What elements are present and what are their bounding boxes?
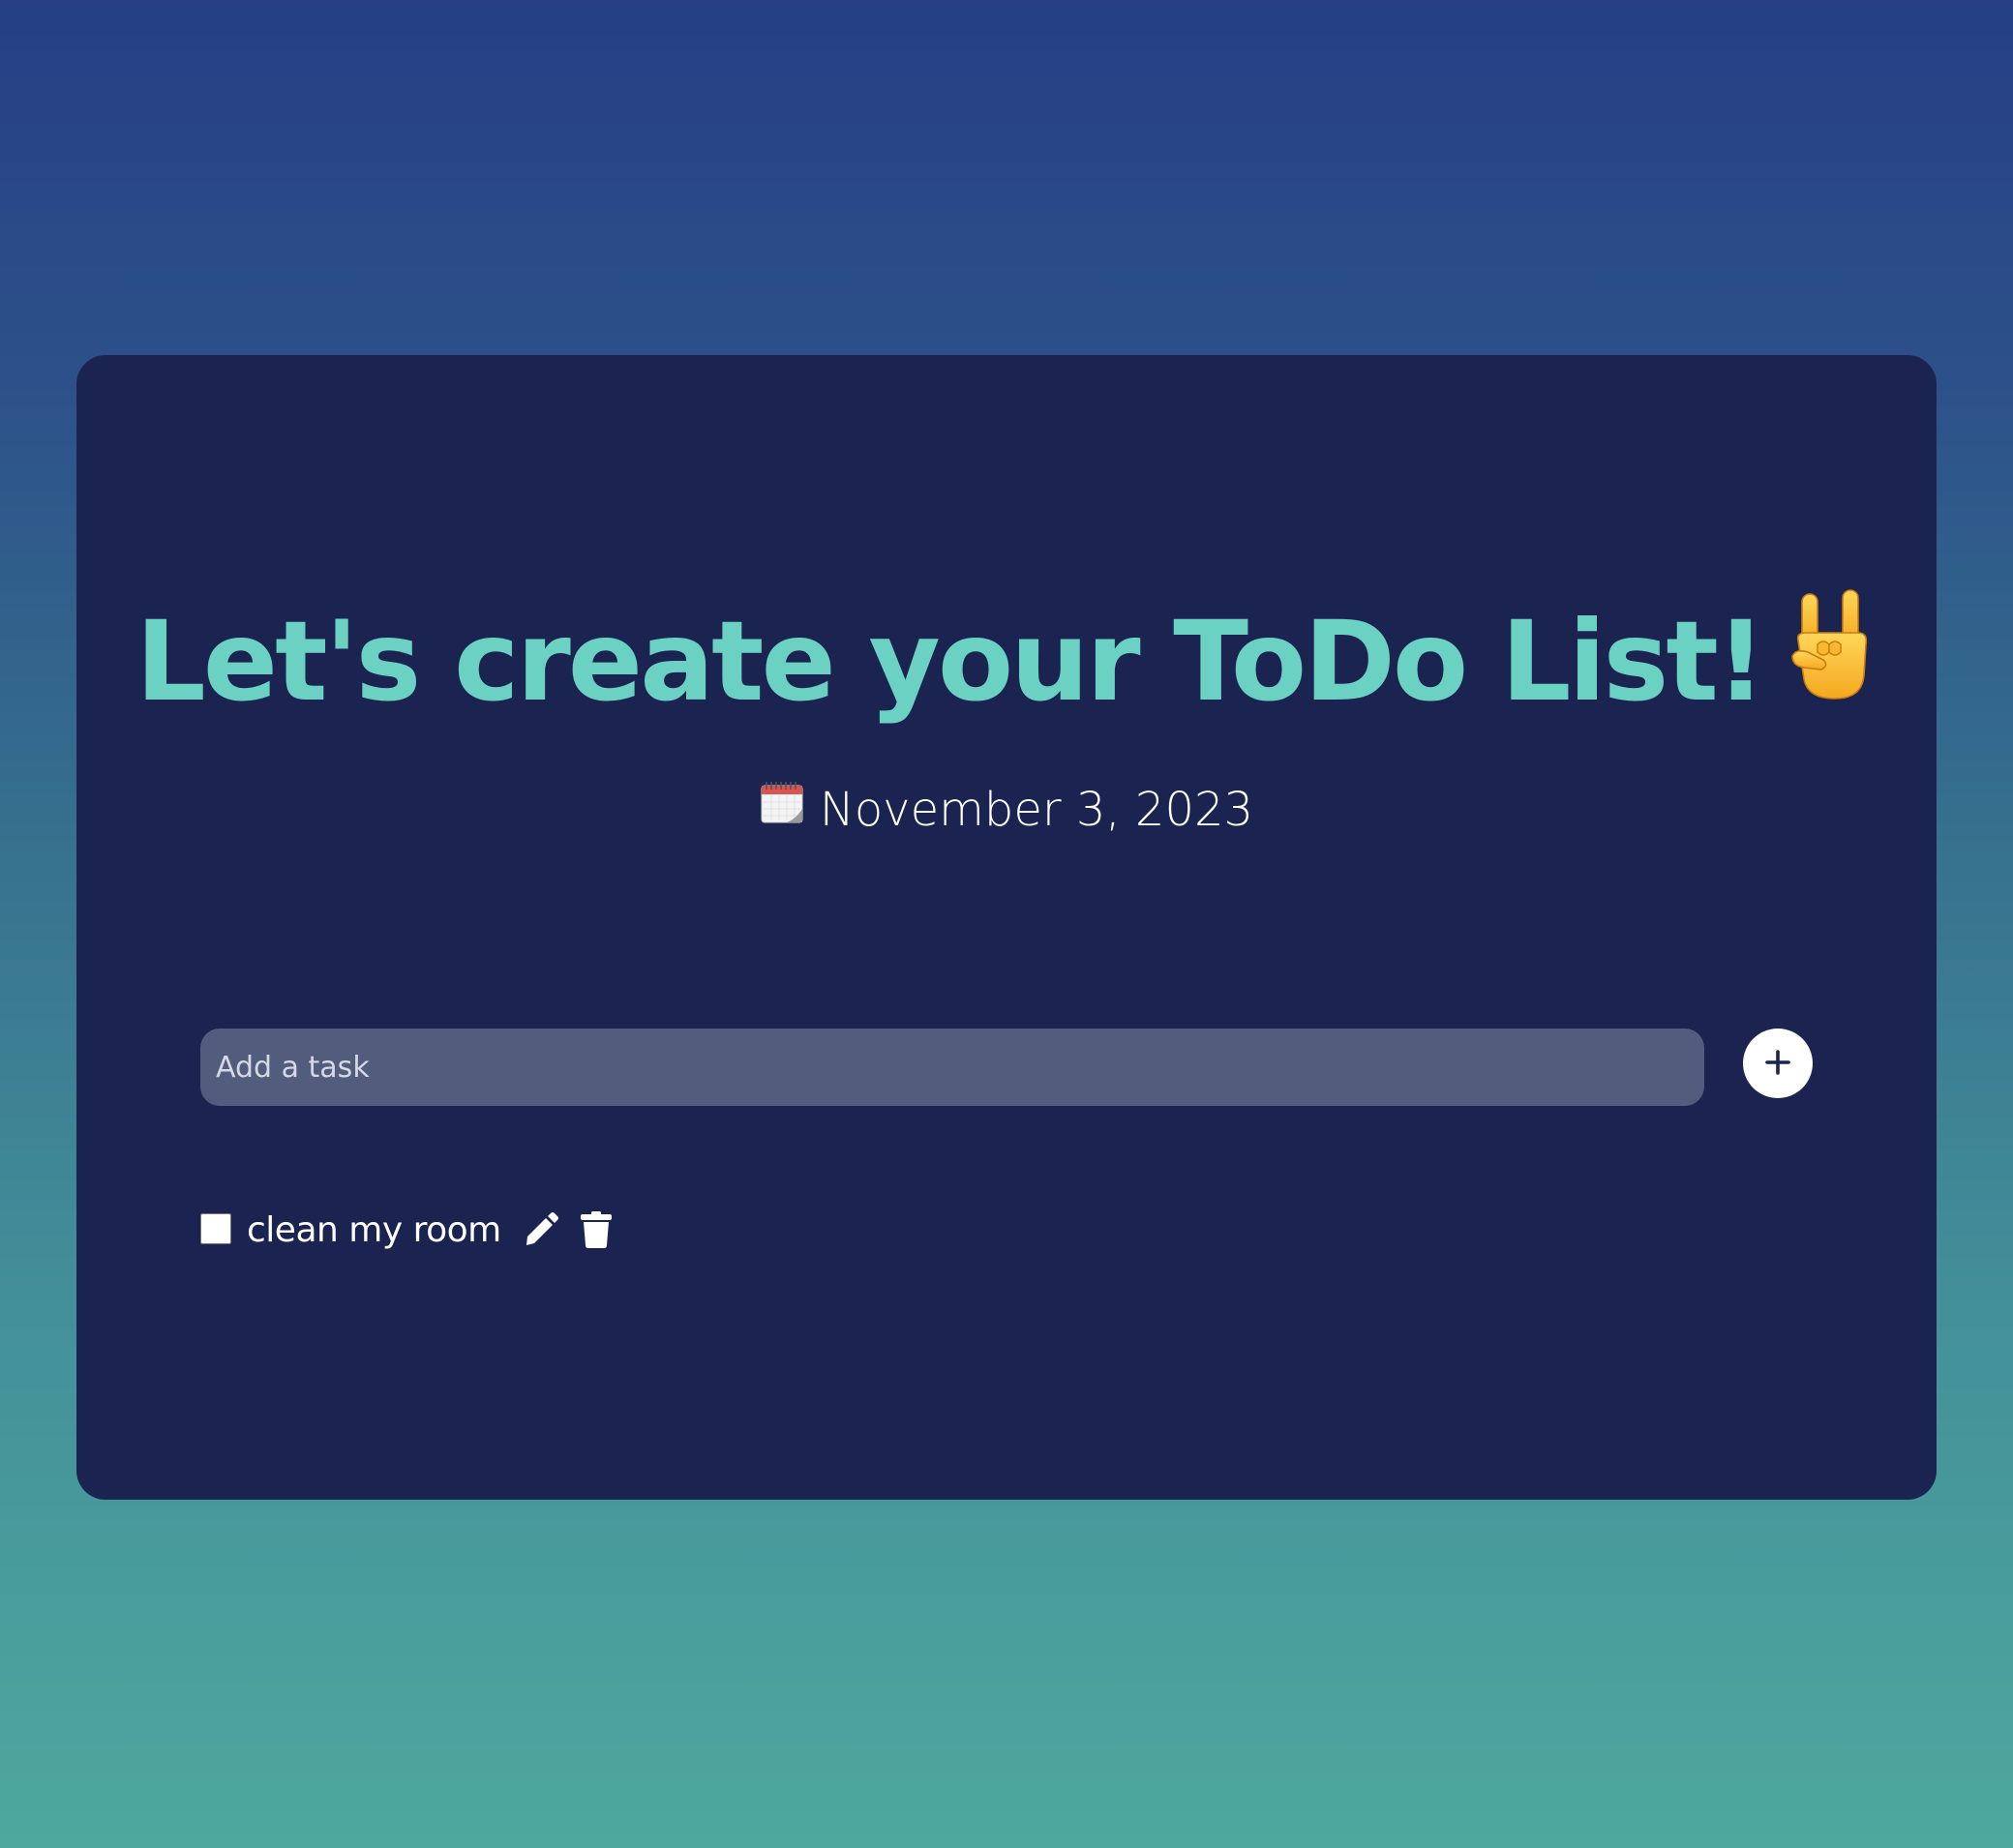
page-title: Let's create your ToDo List! <box>76 589 1937 744</box>
task-label: clean my room <box>247 1210 501 1250</box>
edit-task-button[interactable] <box>523 1211 559 1251</box>
pencil-icon <box>523 1211 559 1251</box>
calendar-icon <box>760 780 804 838</box>
trash-icon <box>580 1210 612 1251</box>
plus-icon <box>1764 1049 1791 1079</box>
todo-card: Let's create your ToDo List! November 3,… <box>76 355 1937 1500</box>
page-title-text: Let's create your ToDo List! <box>135 597 1766 726</box>
add-task-button[interactable] <box>1743 1028 1813 1098</box>
delete-task-button[interactable] <box>580 1210 612 1251</box>
date-display: November 3, 2023 <box>76 781 1937 842</box>
date-text: November 3, 2023 <box>819 783 1254 837</box>
add-task-input[interactable] <box>200 1028 1704 1106</box>
task-checkbox[interactable] <box>200 1213 231 1244</box>
task-item: clean my room <box>200 1202 612 1260</box>
rock-on-hand-icon <box>1785 586 1878 736</box>
